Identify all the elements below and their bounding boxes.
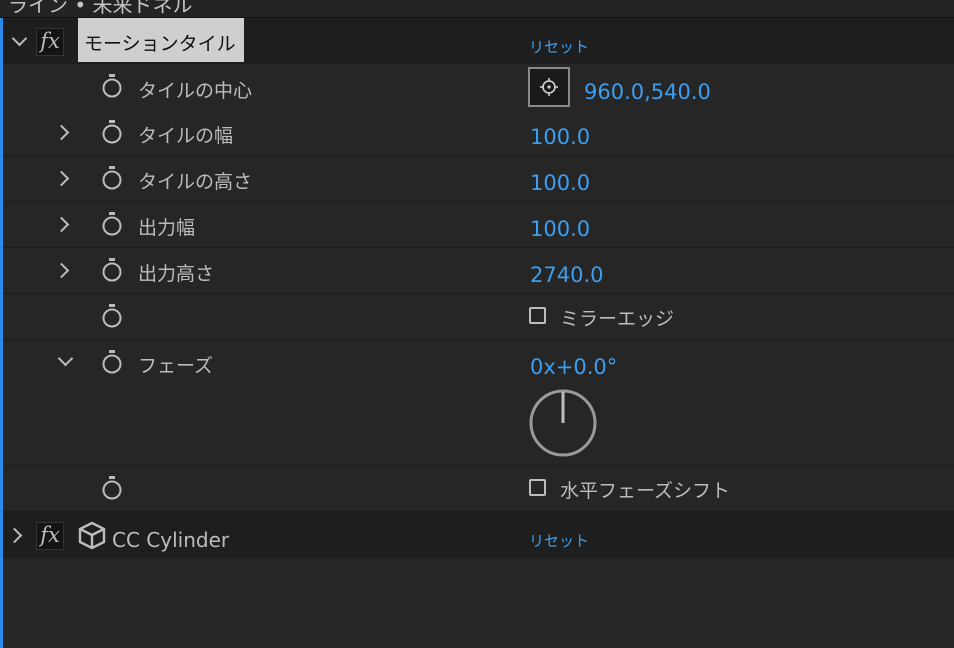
- panel-title: ライン • 未来ドネル: [8, 0, 193, 17]
- phase-angle-dial[interactable]: [528, 388, 598, 458]
- param-value-output-width[interactable]: 100.0: [530, 217, 590, 241]
- fx-toggle-icon[interactable]: fx: [36, 522, 64, 550]
- param-value-tile-height[interactable]: 100.0: [530, 171, 590, 195]
- param-label: タイルの幅: [138, 125, 234, 147]
- param-value-tile-center[interactable]: 960.0,540.0: [584, 80, 711, 104]
- param-label: フェーズ: [138, 355, 214, 377]
- stopwatch-icon[interactable]: [101, 258, 123, 282]
- stopwatch-icon[interactable]: [101, 74, 123, 98]
- stopwatch-icon[interactable]: [101, 476, 123, 500]
- param-row-mirror-edges: [3, 294, 954, 340]
- param-label: タイルの高さ: [138, 171, 253, 193]
- stopwatch-icon[interactable]: [101, 304, 123, 328]
- param-value-tile-width[interactable]: 100.0: [530, 125, 590, 149]
- stopwatch-icon[interactable]: [101, 166, 123, 190]
- param-label: 出力幅: [138, 217, 196, 239]
- checkbox-label: 水平フェーズシフト: [560, 480, 731, 502]
- param-value-phase[interactable]: 0x+0.0°: [530, 355, 617, 379]
- stopwatch-icon[interactable]: [101, 212, 123, 236]
- fx-toggle-icon[interactable]: fx: [36, 28, 64, 56]
- reset-link-motion-tile[interactable]: リセット: [529, 36, 589, 57]
- panel-title-bar: ライン • 未来ドネル: [0, 0, 954, 18]
- stopwatch-icon[interactable]: [101, 350, 123, 374]
- horizontal-phase-shift-checkbox[interactable]: [529, 479, 546, 496]
- crosshair-target-icon[interactable]: [528, 67, 570, 107]
- param-value-output-height[interactable]: 2740.0: [530, 263, 603, 287]
- param-label: タイルの中心: [138, 80, 253, 102]
- reset-link-cc-cylinder[interactable]: リセット: [529, 530, 589, 551]
- mirror-edges-checkbox[interactable]: [529, 307, 546, 324]
- effect-name-motion-tile[interactable]: モーションタイル: [78, 18, 244, 62]
- empty-panel-area: [3, 558, 954, 648]
- 3d-cube-icon: [78, 521, 106, 550]
- effect-name-cc-cylinder[interactable]: CC Cylinder: [112, 528, 229, 552]
- stopwatch-icon[interactable]: [101, 120, 123, 144]
- param-row-horizontal-phase-shift: [3, 466, 954, 512]
- param-label: 出力高さ: [138, 263, 215, 285]
- checkbox-label: ミラーエッジ: [560, 308, 675, 330]
